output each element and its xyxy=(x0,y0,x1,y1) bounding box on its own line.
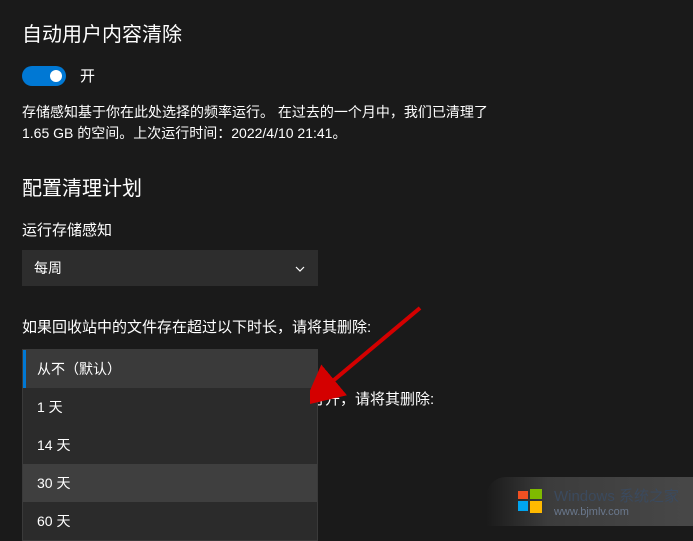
downloads-partial-label: 打开，请将其删除: xyxy=(310,388,434,409)
storage-sense-description: 存储感知基于你在此处选择的频率运行。 在过去的一个月中，我们已清理了 1.65 … xyxy=(22,102,512,144)
toggle-row: 开 xyxy=(22,65,671,86)
option-60-days[interactable]: 60 天 xyxy=(23,502,317,540)
chevron-down-icon xyxy=(294,262,306,274)
config-cleanup-title: 配置清理计划 xyxy=(22,172,671,201)
watermark-title: Windows 系统之家 xyxy=(554,485,679,506)
recycle-duration-dropdown-list: 从不（默认） 1 天 14 天 30 天 60 天 xyxy=(22,349,318,541)
option-1-day[interactable]: 1 天 xyxy=(23,388,317,426)
option-14-days[interactable]: 14 天 xyxy=(23,426,317,464)
run-frequency-dropdown[interactable]: 每周 xyxy=(22,250,318,286)
run-storage-sense-label: 运行存储感知 xyxy=(22,219,671,240)
toggle-knob xyxy=(50,70,62,82)
option-never[interactable]: 从不（默认） xyxy=(23,350,317,388)
option-30-days[interactable]: 30 天 xyxy=(23,464,317,502)
watermark-url: www.bjmlv.com xyxy=(554,506,679,518)
auto-cleanup-title: 自动用户内容清除 xyxy=(22,18,671,47)
run-frequency-value: 每周 xyxy=(34,258,62,278)
watermark: Windows 系统之家 www.bjmlv.com xyxy=(486,477,693,526)
windows-logo-icon xyxy=(516,487,546,517)
recycle-bin-label: 如果回收站中的文件存在超过以下时长，请将其删除: xyxy=(22,316,671,337)
toggle-state-label: 开 xyxy=(80,65,95,86)
storage-sense-toggle[interactable] xyxy=(22,66,66,86)
